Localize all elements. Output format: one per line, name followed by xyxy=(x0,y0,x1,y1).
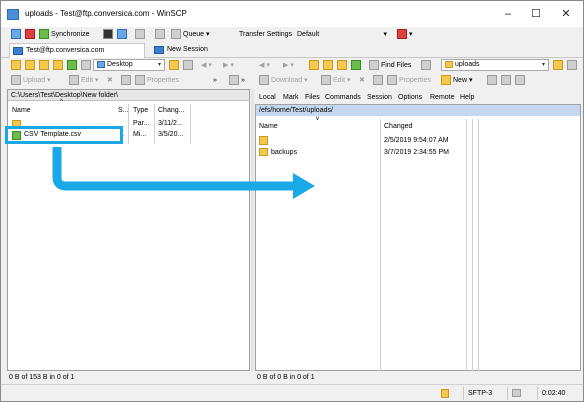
drag-arrow-annotation xyxy=(52,147,315,199)
arrow-head-icon xyxy=(293,173,315,199)
winscp-window: uploads - Test@ftp.conversica.com - WinS… xyxy=(0,0,584,402)
arrow-shaft xyxy=(52,147,296,191)
